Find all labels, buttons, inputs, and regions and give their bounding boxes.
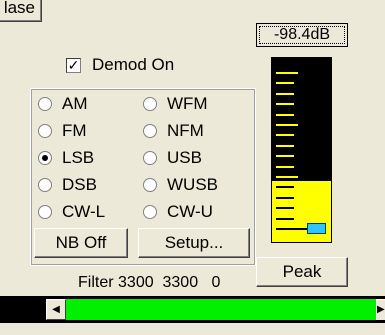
meter-tick bbox=[276, 176, 298, 178]
horizontal-scrollbar[interactable]: ◀ ▶ bbox=[0, 296, 385, 323]
meter-tick bbox=[276, 134, 294, 136]
mode-radio-usb[interactable]: USB bbox=[143, 148, 202, 168]
filter-status: Filter 3300 3300 0 bbox=[78, 274, 220, 292]
signal-meter bbox=[271, 57, 332, 243]
scroll-left-arrow-icon[interactable]: ◀ bbox=[46, 299, 66, 320]
meter-tick bbox=[276, 114, 294, 116]
mode-label: FM bbox=[62, 121, 87, 140]
demod-checkbox[interactable]: ✓ bbox=[66, 58, 81, 73]
mode-radio-lsb[interactable]: LSB bbox=[38, 148, 94, 168]
filter-low: 3300 bbox=[118, 274, 154, 291]
mode-radio-cw-u[interactable]: CW-U bbox=[143, 202, 213, 222]
mode-label: CW-U bbox=[167, 202, 213, 221]
mode-label: CW-L bbox=[62, 202, 106, 221]
mode-label: DSB bbox=[62, 175, 97, 194]
release-button-label: lase bbox=[3, 0, 35, 17]
radio-circle-icon[interactable] bbox=[143, 124, 157, 138]
mode-radio-cw-l[interactable]: CW-L bbox=[38, 202, 105, 222]
mode-radio-am[interactable]: AM bbox=[38, 94, 88, 114]
filter-extra: 0 bbox=[211, 274, 221, 291]
meter-tick bbox=[276, 186, 294, 188]
peak-button-label: Peak bbox=[282, 262, 322, 281]
radio-circle-icon[interactable] bbox=[38, 151, 52, 165]
meter-tick bbox=[276, 228, 298, 230]
peak-button[interactable]: Peak bbox=[256, 257, 348, 287]
meter-marker-icon[interactable] bbox=[307, 223, 326, 234]
radio-circle-icon[interactable] bbox=[143, 97, 157, 111]
radio-circle-icon[interactable] bbox=[143, 151, 157, 165]
meter-tick bbox=[276, 166, 294, 168]
filter-high: 3300 bbox=[162, 274, 199, 291]
mode-label: NFM bbox=[167, 121, 204, 140]
radio-circle-icon[interactable] bbox=[38, 124, 52, 138]
meter-tick bbox=[276, 103, 294, 105]
filter-label: Filter bbox=[78, 274, 114, 291]
mode-radio-fm[interactable]: FM bbox=[38, 121, 87, 141]
mode-label: AM bbox=[62, 94, 88, 113]
mode-label: WUSB bbox=[167, 175, 218, 194]
mode-radio-dsb[interactable]: DSB bbox=[38, 175, 97, 195]
setup-button-label: Setup... bbox=[164, 233, 224, 252]
meter-tick bbox=[276, 207, 294, 209]
mode-label: LSB bbox=[62, 148, 95, 167]
meter-tick bbox=[276, 82, 294, 84]
nb-button[interactable]: NB Off bbox=[34, 228, 128, 258]
mode-label: USB bbox=[167, 148, 202, 167]
radio-circle-icon[interactable] bbox=[143, 178, 157, 192]
meter-tick bbox=[276, 218, 294, 220]
meter-tick bbox=[276, 197, 294, 199]
mode-radio-wusb[interactable]: WUSB bbox=[143, 175, 218, 195]
check-icon: ✓ bbox=[67, 57, 80, 73]
scroll-right-arrow-icon[interactable]: ▶ bbox=[376, 299, 385, 320]
nb-button-label: NB Off bbox=[55, 233, 107, 252]
meter-tick bbox=[276, 145, 294, 147]
radio-circle-icon[interactable] bbox=[38, 205, 52, 219]
db-readout: -98.4dB bbox=[256, 23, 348, 47]
mode-radio-nfm[interactable]: NFM bbox=[143, 121, 204, 141]
meter-tick bbox=[276, 155, 294, 157]
db-readout-value: -98.4dB bbox=[273, 26, 331, 43]
scroll-thumb[interactable] bbox=[66, 299, 376, 320]
meter-tick bbox=[276, 93, 294, 95]
release-button[interactable]: lase bbox=[0, 0, 42, 22]
radio-circle-icon[interactable] bbox=[143, 205, 157, 219]
mode-label: WFM bbox=[167, 94, 208, 113]
radio-circle-icon[interactable] bbox=[38, 97, 52, 111]
mode-radio-wfm[interactable]: WFM bbox=[143, 94, 208, 114]
radio-circle-icon[interactable] bbox=[38, 178, 52, 192]
setup-button[interactable]: Setup... bbox=[138, 228, 250, 258]
meter-tick bbox=[276, 124, 298, 126]
meter-tick bbox=[276, 72, 298, 74]
demod-label: Demod On bbox=[92, 55, 175, 74]
